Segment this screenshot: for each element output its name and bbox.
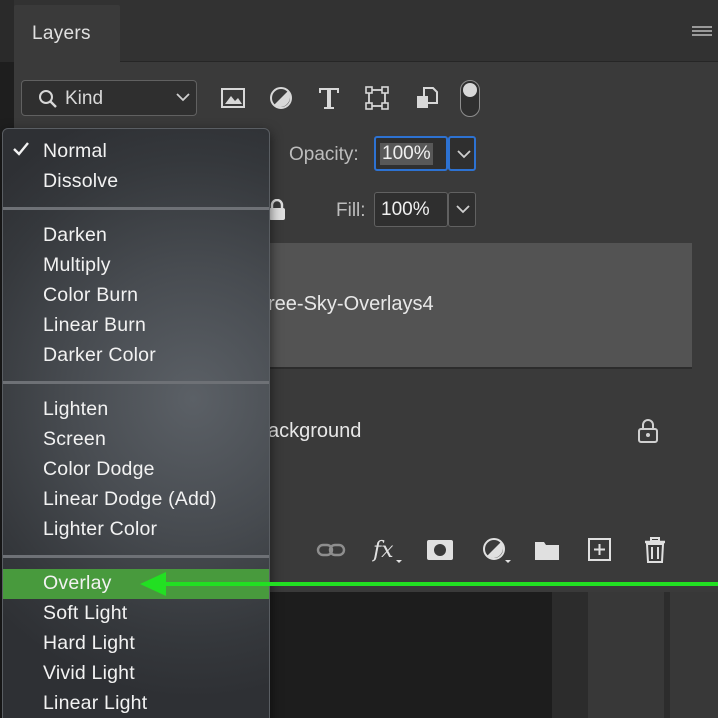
lower-dark-area: [270, 592, 552, 718]
menu-item-label: Overlay: [43, 572, 112, 594]
menu-item-label: Linear Light: [43, 692, 148, 714]
menu-item-normal[interactable]: Normal: [3, 137, 269, 167]
menu-item-dissolve[interactable]: Dissolve: [3, 167, 269, 197]
layer-mask-icon[interactable]: [426, 536, 454, 564]
blend-mode-menu[interactable]: Normal Dissolve Darken Multiply Color Bu…: [2, 128, 270, 718]
filter-toggle[interactable]: [460, 80, 480, 117]
menu-item-label: Color Dodge: [43, 458, 155, 480]
panel-menu-icon[interactable]: [692, 26, 712, 40]
menu-item-linear-light[interactable]: Linear Light: [3, 689, 269, 718]
layer-row-background[interactable]: ackground: [268, 369, 692, 493]
fx-icon[interactable]: fx: [372, 536, 406, 564]
panel-tab-strip: Layers: [0, 0, 718, 62]
menu-item-label: Normal: [43, 140, 108, 162]
annotation-arrow-icon: [140, 572, 718, 596]
menu-item-soft-light[interactable]: Soft Light: [3, 599, 269, 629]
tab-layers-label: Layers: [32, 23, 91, 44]
menu-item-label: Linear Burn: [43, 314, 147, 336]
menu-item-multiply[interactable]: Multiply: [3, 251, 269, 281]
menu-item-label: Lighten: [43, 398, 109, 420]
lock-all-icon[interactable]: [268, 199, 286, 221]
image-filter-icon[interactable]: [220, 85, 246, 111]
smart-object-filter-icon[interactable]: [414, 85, 440, 111]
menu-item-lighten[interactable]: Lighten: [3, 395, 269, 425]
new-layer-icon[interactable]: [587, 536, 613, 564]
adjustment-filter-icon[interactable]: [268, 85, 294, 111]
opacity-value: 100%: [380, 143, 433, 165]
menu-item-label: Darken: [43, 224, 108, 246]
lower-column: [588, 592, 664, 718]
fill-label: Fill:: [336, 200, 366, 221]
fill-field[interactable]: 100%: [374, 192, 448, 227]
type-filter-icon[interactable]: [316, 85, 342, 111]
kind-filter-dropdown[interactable]: Kind: [21, 80, 197, 116]
menu-item-label: Linear Dodge (Add): [43, 488, 217, 510]
menu-item-label: Darker Color: [43, 344, 156, 366]
menu-item-color-burn[interactable]: Color Burn: [3, 281, 269, 311]
menu-separator: [3, 207, 269, 210]
opacity-field[interactable]: 100%: [374, 136, 448, 171]
menu-item-screen[interactable]: Screen: [3, 425, 269, 455]
menu-separator: [3, 381, 269, 384]
menu-item-linear-burn[interactable]: Linear Burn: [3, 311, 269, 341]
fill-dropdown[interactable]: [448, 192, 476, 227]
menu-item-label: Color Burn: [43, 284, 139, 306]
menu-item-darken[interactable]: Darken: [3, 221, 269, 251]
menu-item-darker-color[interactable]: Darker Color: [3, 341, 269, 371]
link-layers-icon[interactable]: [316, 536, 346, 564]
shape-filter-icon[interactable]: [364, 85, 390, 111]
menu-item-label: Screen: [43, 428, 106, 450]
opacity-label: Opacity:: [289, 144, 359, 165]
opacity-dropdown[interactable]: [448, 136, 476, 171]
left-gutter: [0, 0, 14, 62]
menu-item-label: Vivid Light: [43, 662, 135, 684]
chevron-down-icon: [176, 93, 190, 102]
menu-item-lighter-color[interactable]: Lighter Color: [3, 515, 269, 545]
svg-text:fx: fx: [372, 538, 394, 563]
menu-item-label: Dissolve: [43, 170, 119, 192]
menu-item-color-dodge[interactable]: Color Dodge: [3, 455, 269, 485]
menu-item-label: Multiply: [43, 254, 111, 276]
menu-separator: [3, 555, 269, 558]
fill-value: 100%: [381, 199, 430, 220]
lower-column: [670, 592, 718, 718]
layer-name: ackground: [268, 420, 362, 442]
search-icon: [39, 90, 57, 108]
layer-row-sky-overlay[interactable]: ree-Sky-Overlays4: [268, 243, 692, 367]
menu-item-linear-dodge[interactable]: Linear Dodge (Add): [3, 485, 269, 515]
tab-layers[interactable]: Layers: [14, 5, 120, 62]
menu-item-vivid-light[interactable]: Vivid Light: [3, 659, 269, 689]
menu-item-label: Lighter Color: [43, 518, 158, 540]
chevron-down-icon: [457, 150, 471, 159]
adjustment-layer-icon[interactable]: [481, 536, 513, 564]
layer-name: ree-Sky-Overlays4: [268, 293, 434, 315]
menu-item-hard-light[interactable]: Hard Light: [3, 629, 269, 659]
lower-workspace: [270, 592, 718, 718]
lock-icon[interactable]: [637, 418, 659, 444]
chevron-down-icon: [456, 205, 470, 214]
menu-item-label: Soft Light: [43, 602, 128, 624]
group-folder-icon[interactable]: [533, 536, 561, 564]
delete-layer-icon[interactable]: [642, 536, 668, 564]
menu-item-label: Hard Light: [43, 632, 135, 654]
kind-filter-label: Kind: [65, 88, 104, 109]
